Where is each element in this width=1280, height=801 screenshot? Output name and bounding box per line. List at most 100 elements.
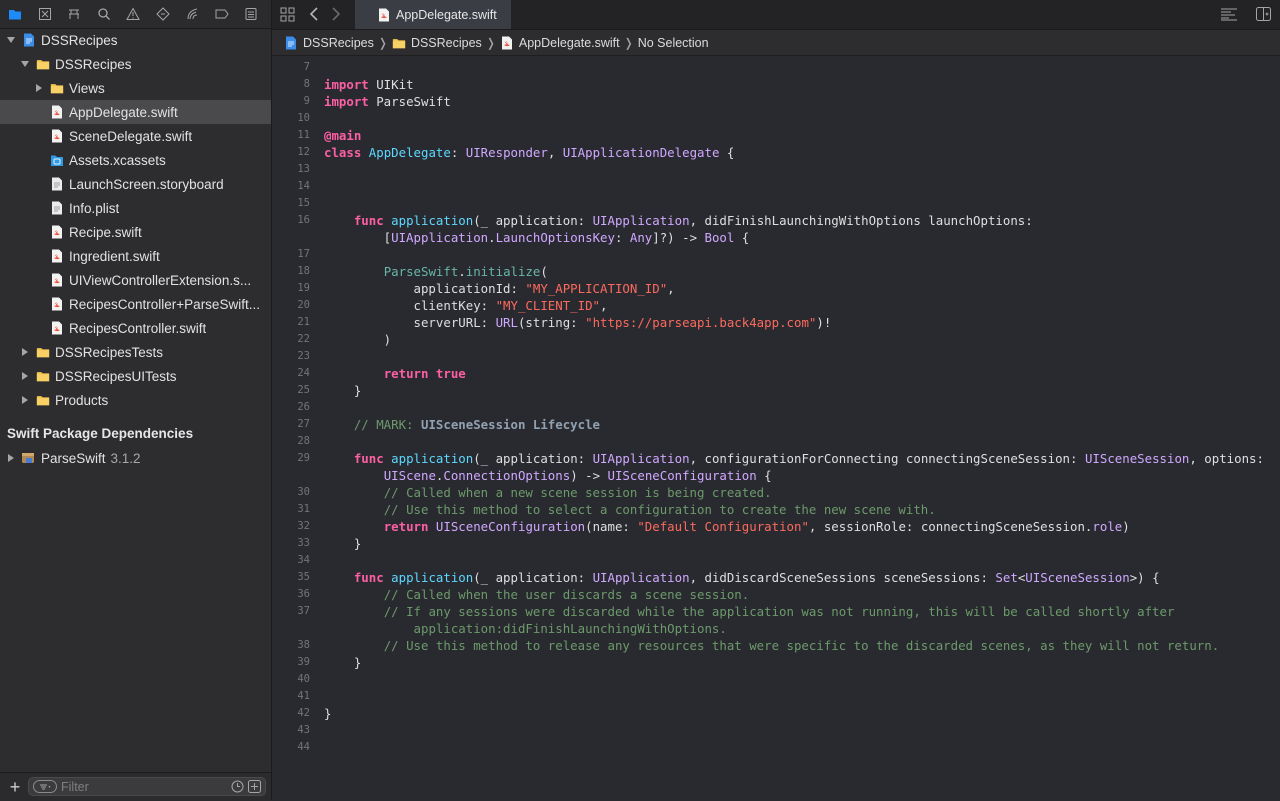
code-line[interactable]: 15: [272, 195, 1280, 212]
code-line[interactable]: 11 @main: [272, 127, 1280, 144]
tree-item-recipe-swift[interactable]: Recipe.swift: [0, 220, 271, 244]
add-editor-split-icon[interactable]: [1256, 7, 1271, 21]
filter-input[interactable]: [61, 778, 211, 795]
code-line[interactable]: 7: [272, 59, 1280, 76]
code-line[interactable]: 33 }: [272, 535, 1280, 552]
code-line[interactable]: 25 }: [272, 382, 1280, 399]
breadcrumb-item[interactable]: AppDelegate.swift: [500, 35, 620, 51]
code-line[interactable]: 28: [272, 433, 1280, 450]
code-line[interactable]: 29 func application(_ application: UIApp…: [272, 450, 1280, 467]
editor-options-icon[interactable]: [1220, 7, 1238, 21]
code-line[interactable]: application:didFinishLaunchingWithOption…: [272, 620, 1280, 637]
code-line[interactable]: 35 func application(_ application: UIApp…: [272, 569, 1280, 586]
tree-item-label: Products: [55, 392, 109, 408]
tree-item-dssrecipesuitests[interactable]: DSSRecipesUITests: [0, 364, 271, 388]
code-line[interactable]: 9 import ParseSwift: [272, 93, 1280, 110]
tree-item-products[interactable]: Products: [0, 388, 271, 412]
swift-file-icon: [50, 224, 64, 240]
code-line[interactable]: 44: [272, 739, 1280, 756]
breakpoint-icon[interactable]: [212, 4, 231, 24]
code-line[interactable]: 26: [272, 399, 1280, 416]
breadcrumb-item[interactable]: No Selection: [638, 36, 709, 50]
disclosure-closed-icon[interactable]: [34, 83, 44, 93]
code-line[interactable]: 34: [272, 552, 1280, 569]
disclosure-open-icon[interactable]: [6, 35, 16, 45]
code-line[interactable]: 13: [272, 161, 1280, 178]
source-control-filter-icon[interactable]: [248, 780, 261, 793]
code-line[interactable]: 23: [272, 348, 1280, 365]
tree-item-views[interactable]: Views: [0, 76, 271, 100]
code-editor[interactable]: 7 8 import UIKit 9 import ParseSwift 10 11 @mai…: [272, 57, 1280, 800]
forward-chevron-icon[interactable]: [330, 6, 342, 22]
tree-item-dssrecipes[interactable]: DSSRecipes: [0, 52, 271, 76]
related-items-grid-icon[interactable]: [280, 7, 295, 22]
code-text: // Use this method to release any resour…: [383, 638, 1220, 653]
jump-bar: DSSRecipes ❭ DSSRecipes ❭ AppDelegate.swift ❭…: [272, 30, 1280, 56]
add-button[interactable]: +: [6, 778, 24, 796]
tree-item-recipescontroller-swift[interactable]: RecipesController.swift: [0, 316, 271, 340]
symbol-icon[interactable]: [65, 4, 84, 24]
code-line[interactable]: 8 import UIKit: [272, 76, 1280, 93]
code-line[interactable]: 24 return true: [272, 365, 1280, 382]
code-line[interactable]: 42}: [272, 705, 1280, 722]
breadcrumb-item[interactable]: DSSRecipes: [392, 35, 482, 51]
code-line[interactable]: 38 // Use this method to release any res…: [272, 637, 1280, 654]
code-line[interactable]: 30 // Called when a new scene session is…: [272, 484, 1280, 501]
disclosure-closed-icon[interactable]: [20, 347, 30, 357]
disclosure-closed-icon[interactable]: [6, 453, 16, 463]
code-line[interactable]: 41: [272, 688, 1280, 705]
back-chevron-icon[interactable]: [308, 6, 320, 22]
code-line[interactable]: 31 // Use this method to select a config…: [272, 501, 1280, 518]
recent-files-icon[interactable]: [231, 780, 244, 793]
find-icon[interactable]: [94, 4, 113, 24]
code-line[interactable]: 36 // Called when the user discards a sc…: [272, 586, 1280, 603]
debug-icon[interactable]: [183, 4, 202, 24]
package-item-parseswift[interactable]: ParseSwift 3.1.2: [0, 446, 271, 470]
code-text: }: [324, 706, 332, 721]
tree-item-ingredient-swift[interactable]: Ingredient.swift: [0, 244, 271, 268]
code-line[interactable]: 22 ): [272, 331, 1280, 348]
tree-item-dssrecipestests[interactable]: DSSRecipesTests: [0, 340, 271, 364]
filter-options-icon[interactable]: [33, 780, 57, 793]
code-line[interactable]: 18 ParseSwift.initialize(: [272, 263, 1280, 280]
report-icon[interactable]: [242, 4, 261, 24]
tree-item-appdelegate-swift[interactable]: AppDelegate.swift: [0, 100, 271, 124]
code-line[interactable]: 21 serverURL: URL(string: "https://parse…: [272, 314, 1280, 331]
tree-item-assets-xcassets[interactable]: Assets.xcassets: [0, 148, 271, 172]
disclosure-closed-icon[interactable]: [20, 395, 30, 405]
breadcrumb-item[interactable]: DSSRecipes: [284, 35, 374, 51]
code-line[interactable]: 20 clientKey: "MY_CLIENT_ID",: [272, 297, 1280, 314]
tab-appdelegate[interactable]: AppDelegate.swift: [355, 0, 511, 29]
disclosure-open-icon[interactable]: [20, 59, 30, 69]
tree-item-recipescontroller-parseswift[interactable]: RecipesController+ParseSwift...: [0, 292, 271, 316]
issue-icon[interactable]: [124, 4, 143, 24]
filter-field[interactable]: [28, 777, 266, 796]
code-line[interactable]: 16 func application(_ application: UIApp…: [272, 212, 1280, 229]
tree-item-dssrecipes[interactable]: DSSRecipes: [0, 28, 271, 52]
code-line[interactable]: 27 // MARK: UISceneSession Lifecycle: [272, 416, 1280, 433]
tree-item-launchscreen-storyboard[interactable]: LaunchScreen.storyboard: [0, 172, 271, 196]
tree-item-info-plist[interactable]: Info.plist: [0, 196, 271, 220]
code-text: import ParseSwift: [324, 94, 451, 109]
breadcrumb-label: No Selection: [637, 35, 709, 50]
code-line[interactable]: 32 return UISceneConfiguration(name: "De…: [272, 518, 1280, 535]
folder-icon[interactable]: [6, 4, 25, 24]
tree-item-uiviewcontrollerextension-s[interactable]: UIViewControllerExtension.s...: [0, 268, 271, 292]
disclosure-closed-icon[interactable]: [20, 371, 30, 381]
code-line[interactable]: 40: [272, 671, 1280, 688]
code-line[interactable]: 43: [272, 722, 1280, 739]
tree-item-label: Info.plist: [69, 200, 120, 216]
code-line[interactable]: 14: [272, 178, 1280, 195]
code-line[interactable]: 12 class AppDelegate: UIResponder, UIAppl…: [272, 144, 1280, 161]
code-line[interactable]: [UIApplication.LaunchOptionsKey: Any]?) …: [272, 229, 1280, 246]
code-line[interactable]: UIScene.ConnectionOptions) -> UISceneCon…: [272, 467, 1280, 484]
code-line[interactable]: 39 }: [272, 654, 1280, 671]
swift-file-icon: [500, 35, 514, 51]
code-line[interactable]: 37 // If any sessions were discarded whi…: [272, 603, 1280, 620]
test-icon[interactable]: [153, 4, 172, 24]
code-line[interactable]: 10: [272, 110, 1280, 127]
code-line[interactable]: 17: [272, 246, 1280, 263]
source-control-icon[interactable]: [35, 4, 54, 24]
code-line[interactable]: 19 applicationId: "MY_APPLICATION_ID",: [272, 280, 1280, 297]
tree-item-scenedelegate-swift[interactable]: SceneDelegate.swift: [0, 124, 271, 148]
